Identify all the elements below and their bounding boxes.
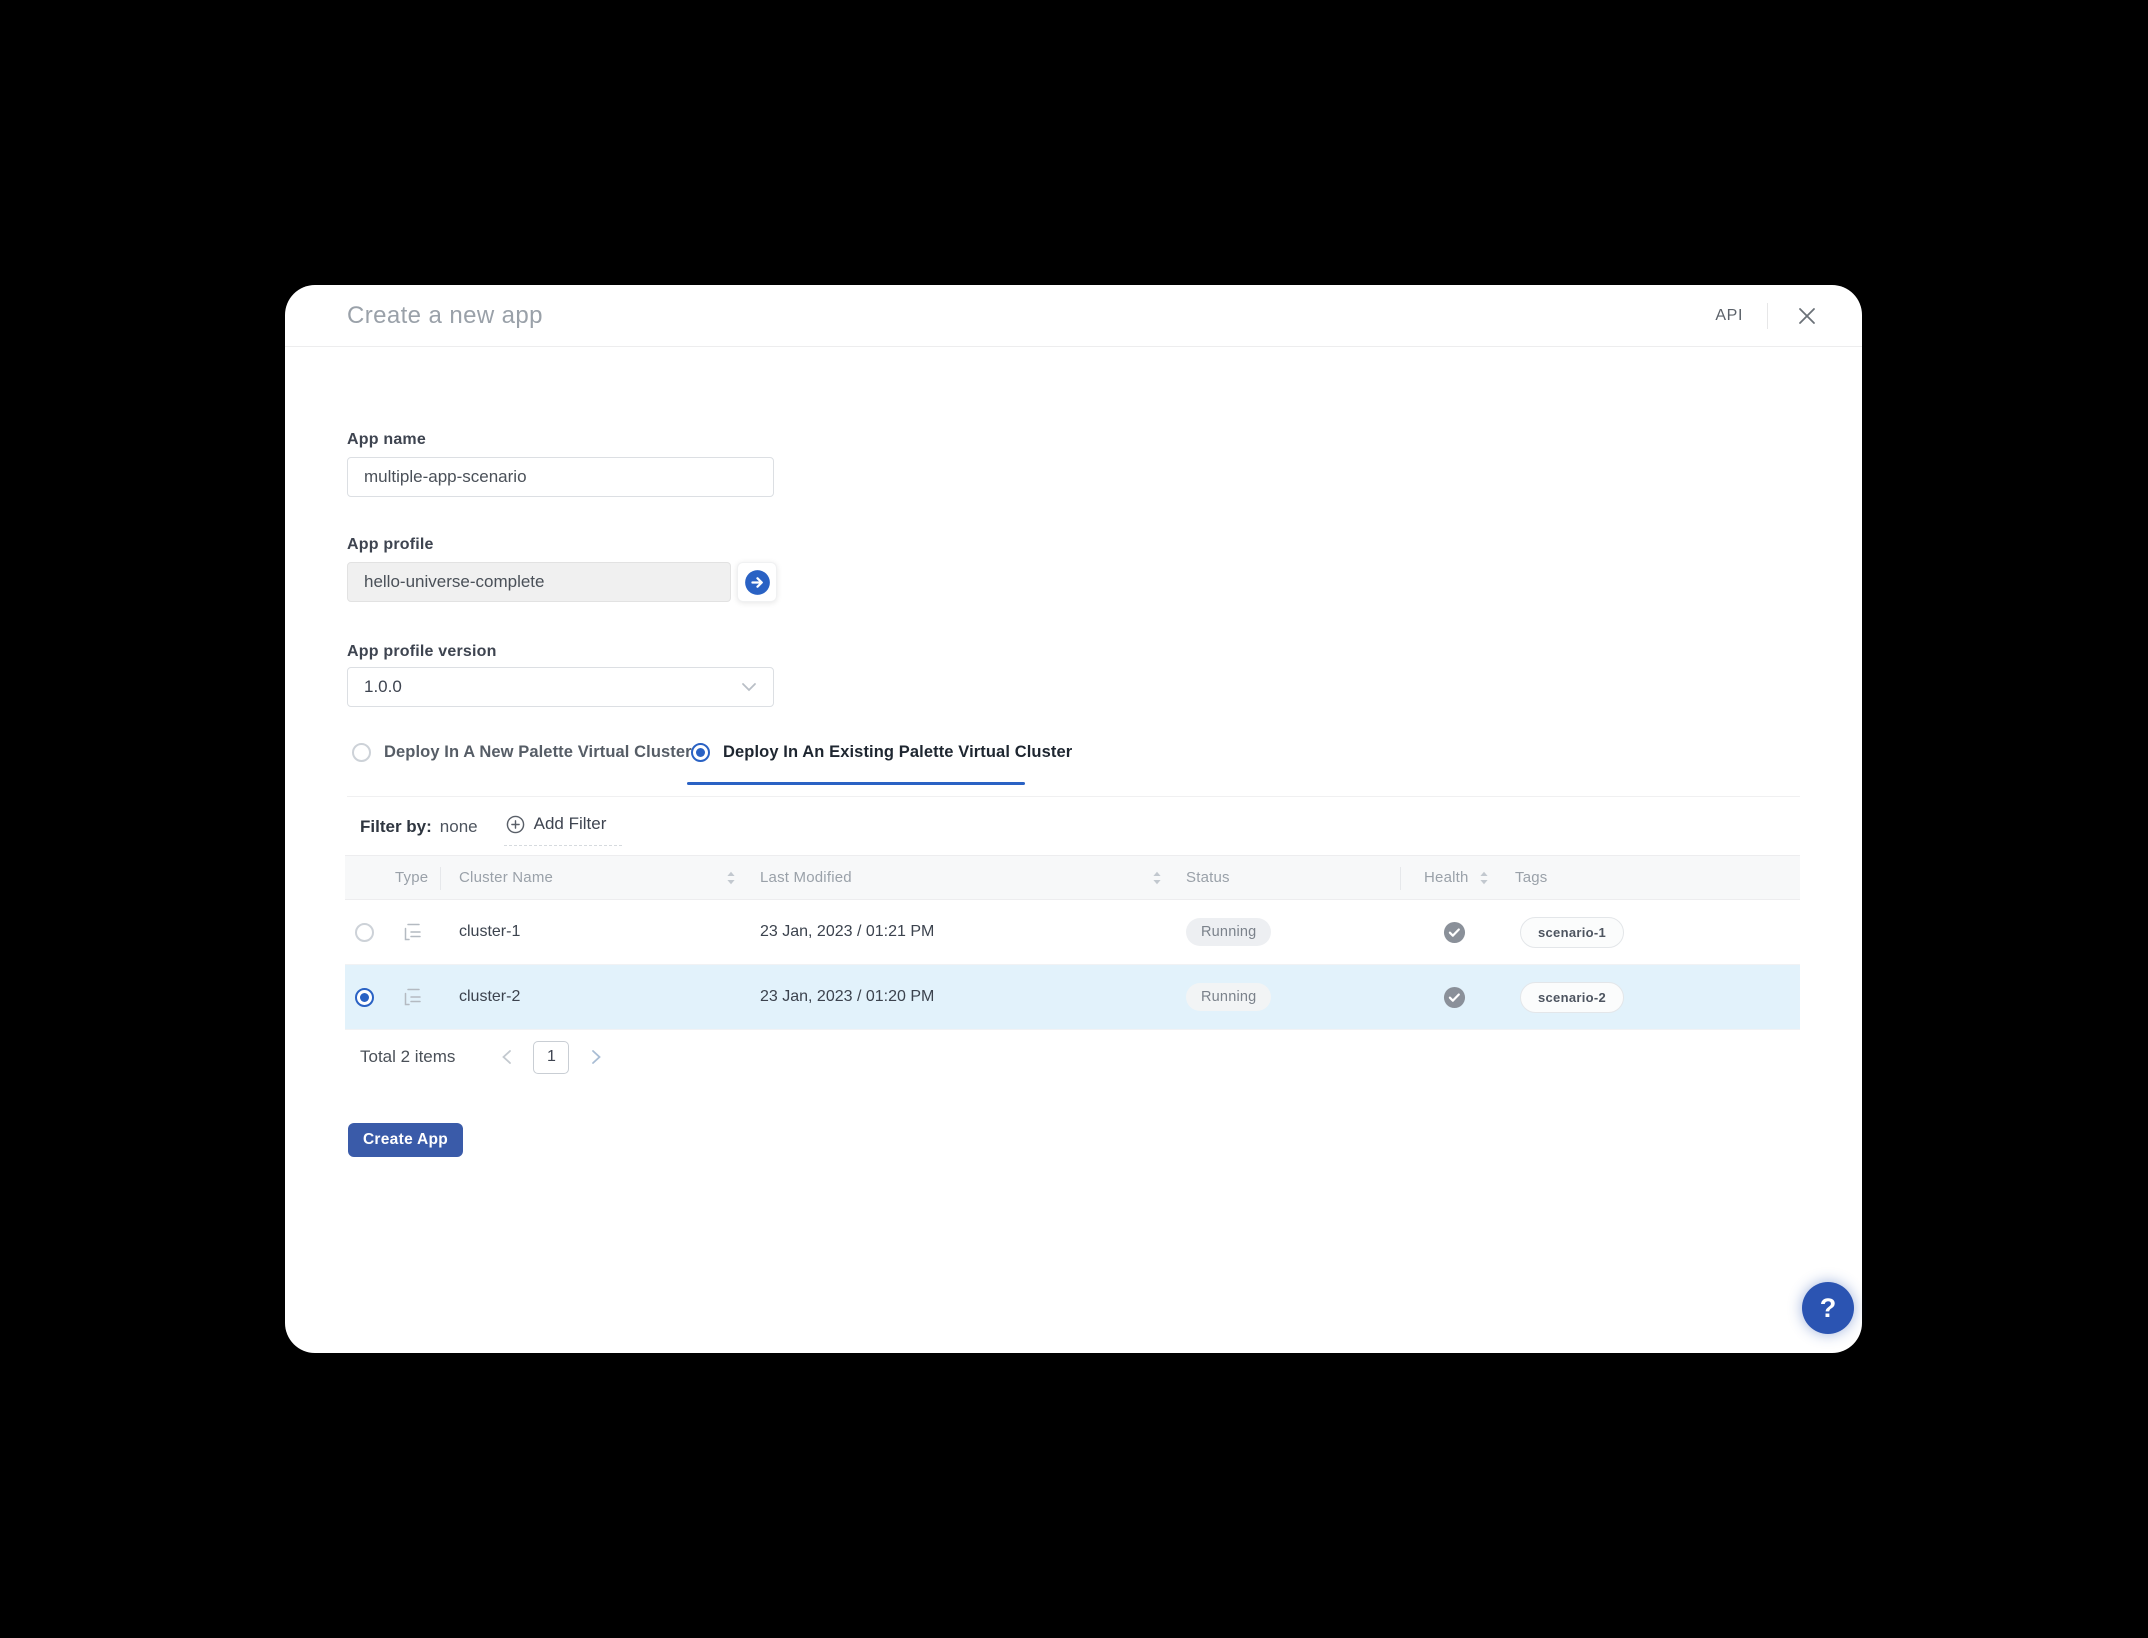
app-profile-version-value: 1.0.0 xyxy=(364,677,402,697)
sort-icon[interactable] xyxy=(1152,871,1162,885)
header-last-modified[interactable]: Last Modified xyxy=(760,869,1186,886)
app-profile-label: App profile xyxy=(347,536,434,554)
header-cluster-name[interactable]: Cluster Name xyxy=(459,869,760,886)
close-button[interactable] xyxy=(1792,301,1822,331)
header-health[interactable]: Health xyxy=(1400,869,1515,886)
header-type: Type xyxy=(395,869,459,886)
row-radio-cluster-1[interactable] xyxy=(355,923,374,942)
header-status: Status xyxy=(1186,869,1400,886)
app-name-input[interactable] xyxy=(347,457,774,497)
create-app-button[interactable]: Create App xyxy=(348,1123,463,1157)
sort-icon[interactable] xyxy=(1479,871,1489,885)
header-health-label: Health xyxy=(1424,869,1469,886)
row-cluster-name: cluster-2 xyxy=(459,988,760,1006)
clusters-table: Type Cluster Name Last Modified Status H… xyxy=(345,855,1800,1030)
radio-deploy-new-cluster[interactable] xyxy=(352,743,371,762)
add-filter-label: Add Filter xyxy=(534,814,607,834)
tag-badge: scenario-1 xyxy=(1520,917,1624,948)
health-check-icon xyxy=(1443,986,1466,1009)
previous-page-button[interactable] xyxy=(495,1046,517,1068)
row-tags-cell: scenario-2 xyxy=(1515,982,1800,1013)
radio-deploy-existing-cluster[interactable] xyxy=(691,743,710,762)
plus-circle-icon xyxy=(506,815,525,834)
page-number-button[interactable]: 1 xyxy=(533,1041,569,1074)
row-health-cell xyxy=(1400,986,1515,1009)
filter-row: Filter by: none Add Filter xyxy=(360,805,622,849)
row-radio-cluster-2[interactable] xyxy=(355,988,374,1007)
table-header: Type Cluster Name Last Modified Status H… xyxy=(345,855,1800,900)
tabs-divider xyxy=(347,796,1800,797)
app-name-label: App name xyxy=(347,431,426,449)
row-tags-cell: scenario-1 xyxy=(1515,917,1800,948)
app-profile-version-label: App profile version xyxy=(347,643,497,661)
tab-deploy-new-cluster[interactable]: Deploy In A New Palette Virtual Cluster xyxy=(352,743,692,762)
total-items-label: Total 2 items xyxy=(360,1047,455,1067)
tag-badge: scenario-2 xyxy=(1520,982,1624,1013)
filter-by-value: none xyxy=(440,817,478,837)
pagination: Total 2 items 1 xyxy=(360,1040,607,1074)
health-check-icon xyxy=(1443,921,1466,944)
arrow-right-circle-icon xyxy=(744,569,771,596)
status-badge: Running xyxy=(1186,918,1271,946)
row-cluster-name: cluster-1 xyxy=(459,923,760,941)
table-row-cluster-1[interactable]: cluster-1 23 Jan, 2023 / 01:21 PM Runnin… xyxy=(345,900,1800,965)
row-type-cell xyxy=(395,986,459,1009)
modal-titlebar: Create a new app API xyxy=(285,285,1862,347)
tab-deploy-existing-cluster[interactable]: Deploy In An Existing Palette Virtual Cl… xyxy=(691,743,1072,762)
sort-icon[interactable] xyxy=(726,871,736,885)
header-tags: Tags xyxy=(1515,869,1800,886)
chevron-left-icon xyxy=(501,1049,512,1065)
row-type-cell xyxy=(395,921,459,944)
help-button[interactable]: ? xyxy=(1802,1282,1854,1334)
close-icon xyxy=(1796,305,1818,327)
tab-deploy-existing-cluster-label: Deploy In An Existing Palette Virtual Cl… xyxy=(723,743,1072,762)
app-profile-version-select[interactable]: 1.0.0 xyxy=(347,667,774,707)
header-last-modified-label: Last Modified xyxy=(760,869,852,886)
titlebar-divider xyxy=(1767,303,1768,329)
row-last-modified: 23 Jan, 2023 / 01:20 PM xyxy=(760,988,1186,1006)
row-health-cell xyxy=(1400,921,1515,944)
row-status-cell: Running xyxy=(1186,983,1400,1011)
header-separator xyxy=(440,867,441,890)
create-app-modal: Create a new app API App name App profil… xyxy=(285,285,1862,1353)
virtual-cluster-icon xyxy=(400,986,426,1009)
modal-title: Create a new app xyxy=(347,302,1715,330)
header-cluster-name-label: Cluster Name xyxy=(459,869,553,886)
header-separator xyxy=(1400,867,1401,890)
tab-deploy-new-cluster-label: Deploy In A New Palette Virtual Cluster xyxy=(384,743,692,762)
table-row-cluster-2[interactable]: cluster-2 23 Jan, 2023 / 01:20 PM Runnin… xyxy=(345,965,1800,1030)
chevron-down-icon xyxy=(741,682,757,692)
app-profile-link-button[interactable] xyxy=(737,562,777,602)
row-radio-cell xyxy=(345,988,395,1007)
virtual-cluster-icon xyxy=(400,921,426,944)
next-page-button[interactable] xyxy=(585,1046,607,1068)
filter-by-label: Filter by: xyxy=(360,817,432,837)
status-badge: Running xyxy=(1186,983,1271,1011)
add-filter-button[interactable]: Add Filter xyxy=(504,808,623,846)
app-profile-input xyxy=(347,562,731,602)
active-tab-underline xyxy=(687,782,1025,785)
api-link[interactable]: API xyxy=(1715,307,1743,325)
titlebar-actions: API xyxy=(1715,301,1822,331)
row-status-cell: Running xyxy=(1186,918,1400,946)
chevron-right-icon xyxy=(591,1049,602,1065)
row-last-modified: 23 Jan, 2023 / 01:21 PM xyxy=(760,923,1186,941)
row-radio-cell xyxy=(345,923,395,942)
